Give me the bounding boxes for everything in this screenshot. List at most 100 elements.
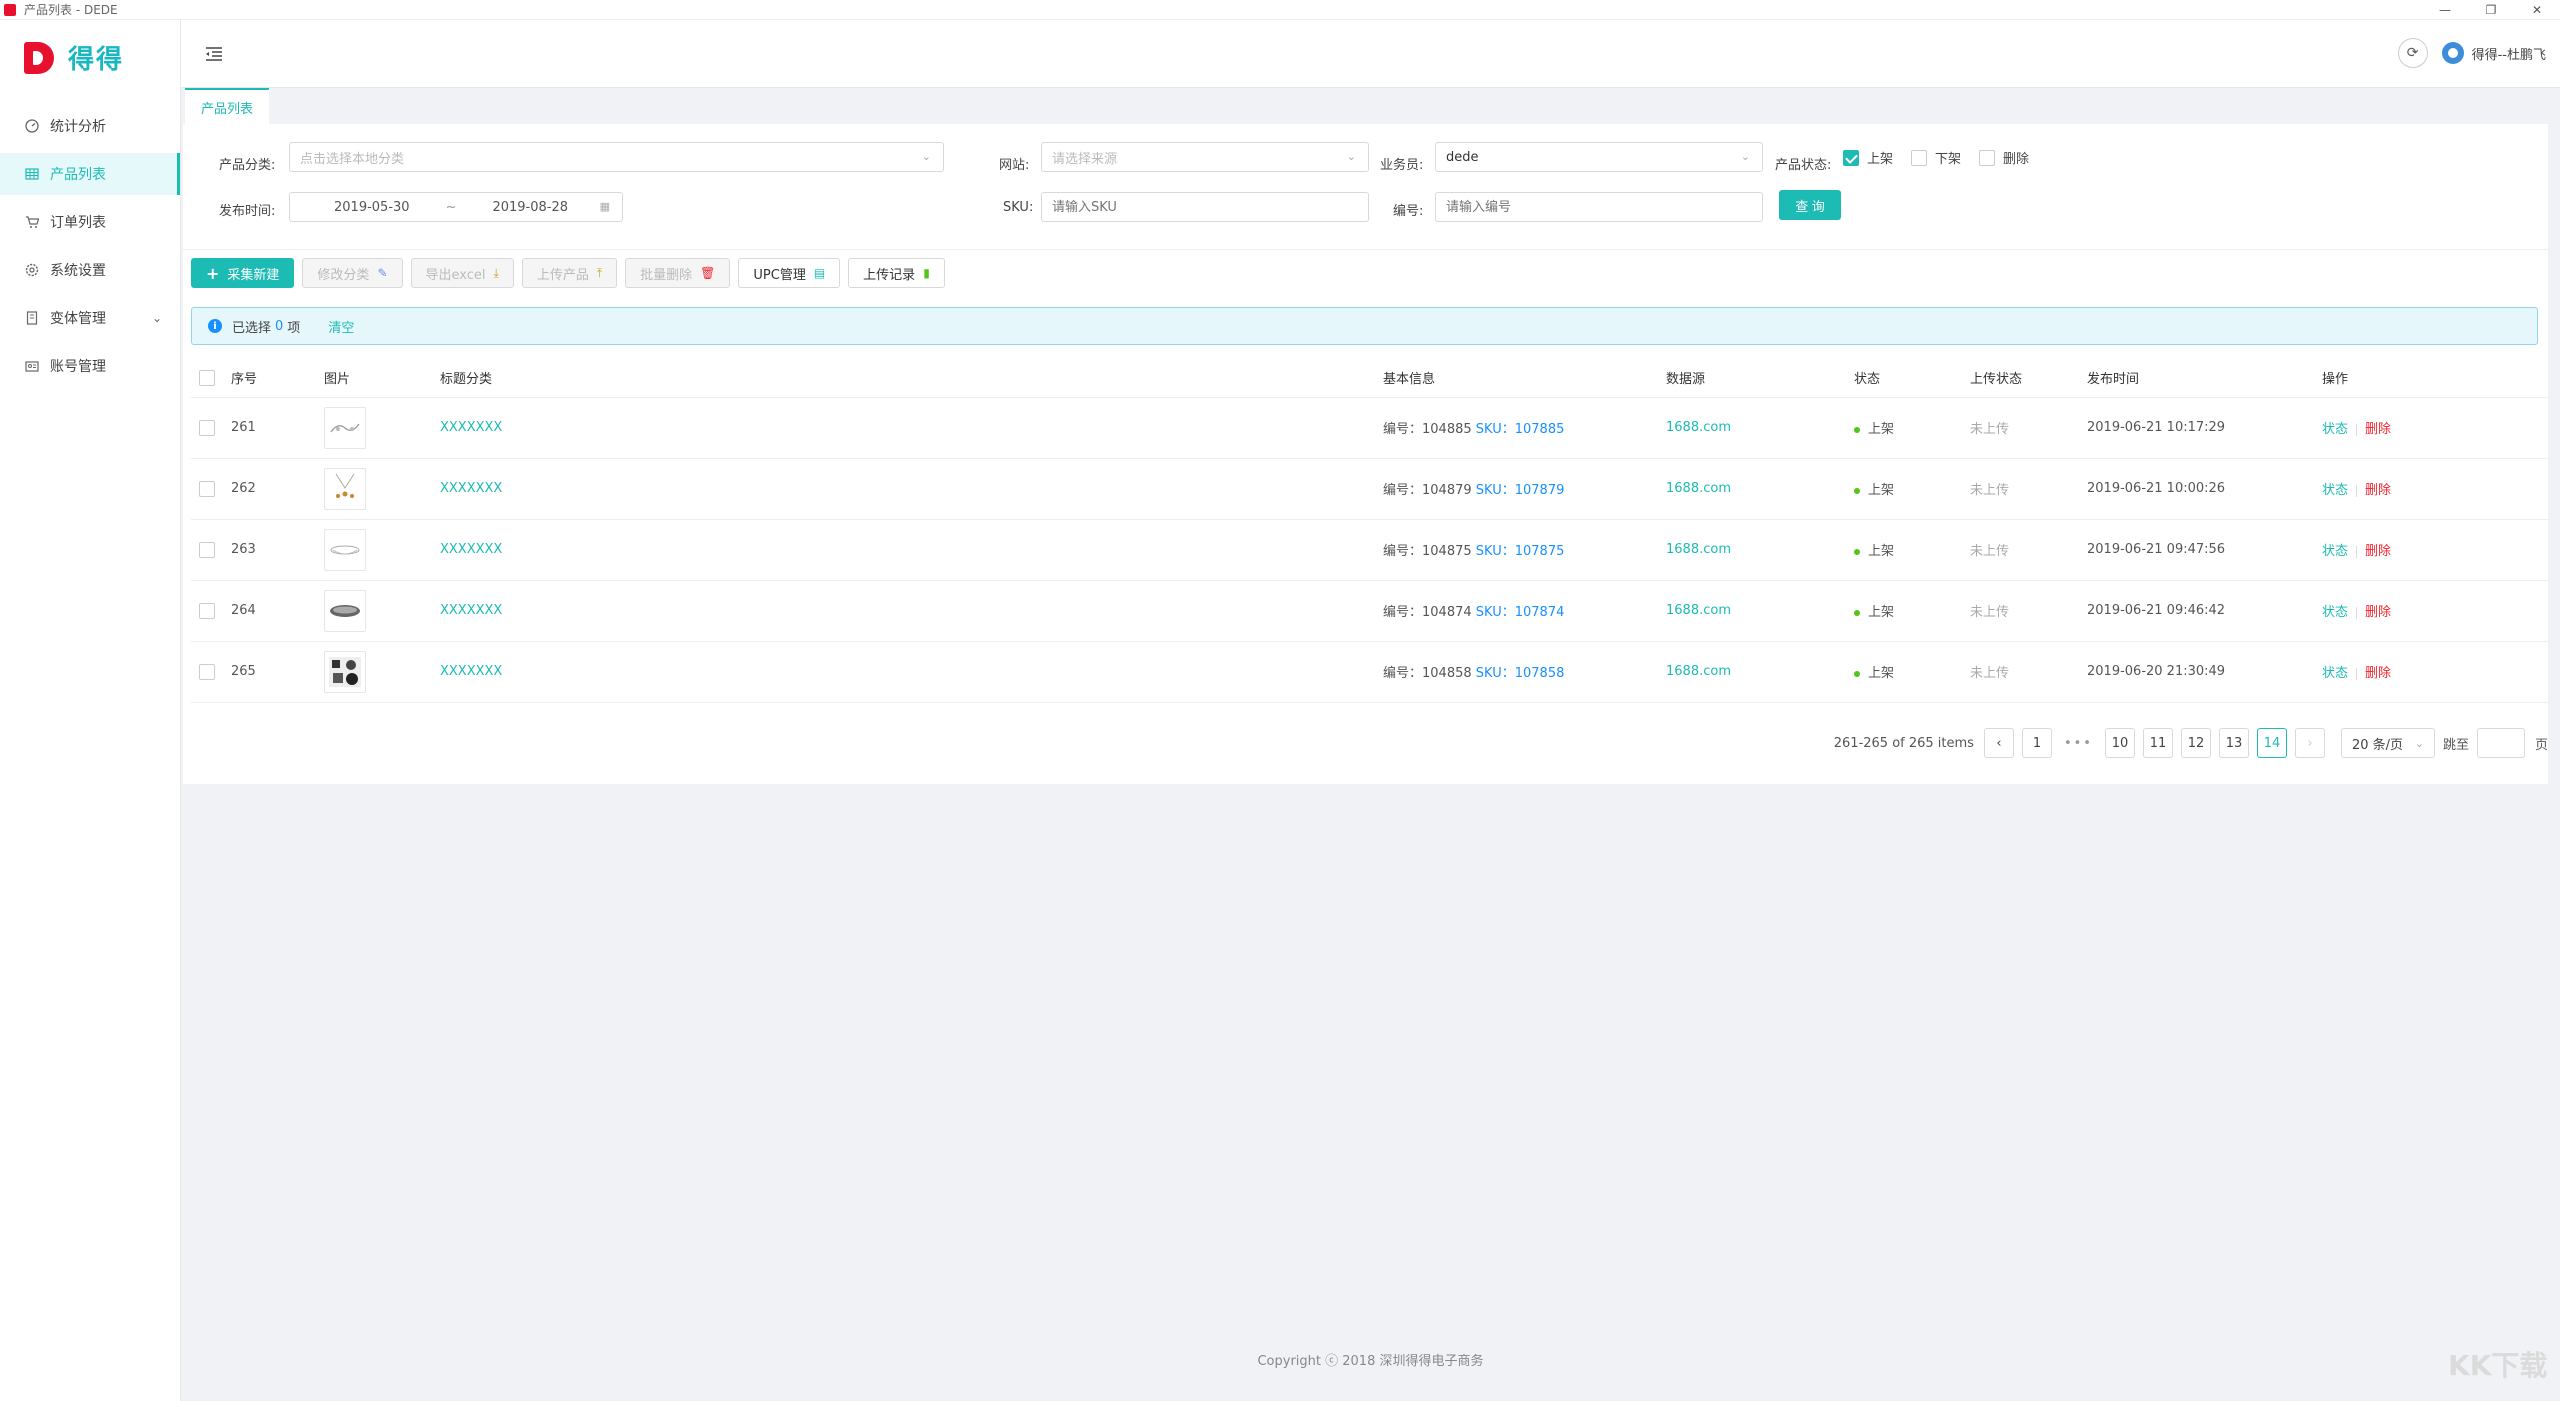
page-jump-input[interactable] [2476,728,2525,758]
page-ellipsis[interactable]: ••• [2059,728,2097,758]
page-12[interactable]: 12 [2180,728,2211,758]
upload-log-button[interactable]: 上传记录 ▮ [848,258,945,288]
salesman-select[interactable]: dede ⌄ [1435,142,1763,172]
date-range-picker[interactable]: 2019-05-30 ~ 2019-08-28 ▦ [289,192,623,222]
query-button[interactable]: 查 询 [1779,190,1841,220]
row-no: 262 [231,458,324,520]
sidebar-item-products[interactable]: 产品列表 [0,153,180,195]
checkbox-checked[interactable] [1843,149,1859,166]
chevron-down-icon[interactable]: ⌄ [152,311,162,325]
row-actions: 状态 删除 [2322,458,2548,520]
page-size-select[interactable]: 20 条/页 ⌄ [2340,728,2435,758]
source-link[interactable]: 1688.com [1666,664,1731,679]
product-title-link[interactable]: XXXXXXX [440,603,502,618]
batch-delete-button[interactable]: 批量删除 🗑 [625,258,731,288]
edit-category-button[interactable]: 修改分类 ✎ [302,258,403,288]
source-link[interactable]: 1688.com [1666,603,1731,618]
next-page-button[interactable]: › [2294,728,2325,758]
upc-manage-button[interactable]: UPC管理 ▤ [738,258,841,288]
col-no: 序号 [231,359,324,398]
menu-fold-icon[interactable] [203,43,225,65]
row-basic-info: 编号：104874 SKU：107874 [1383,580,1666,642]
date-label: 发布时间: [219,204,276,219]
product-code: 编号：104858 [1383,666,1472,681]
page-10[interactable]: 10 [2104,728,2135,758]
delete-action-link[interactable]: 删除 [2365,605,2391,620]
status-action-link[interactable]: 状态 [2322,483,2348,498]
sku-value: 107885 [1514,422,1565,437]
sidebar-item-settings[interactable]: 系统设置 [0,249,180,291]
export-excel-button[interactable]: 导出excel ⤓ [410,258,514,288]
delete-action-link[interactable]: 删除 [2365,544,2391,559]
row-source-cell: 1688.com [1666,458,1854,520]
user-name[interactable]: 得得--杜鹏飞 [2472,44,2546,63]
status-action-link[interactable]: 状态 [2322,605,2348,620]
site-select[interactable]: 请选择来源 ⌄ [1041,142,1369,172]
row-checkbox[interactable] [199,663,215,680]
product-title-link[interactable]: XXXXXXX [440,420,502,435]
category-select[interactable]: 点击选择本地分类 ⌄ [289,142,944,172]
checkbox[interactable] [1911,149,1927,166]
product-thumbnail[interactable] [324,467,366,510]
delete-action-link[interactable]: 删除 [2365,483,2391,498]
cart-icon [24,214,40,230]
site-placeholder: 请选择来源 [1052,151,1118,167]
row-select-cell [191,580,231,642]
product-thumbnail[interactable] [324,589,366,632]
source-link[interactable]: 1688.com [1666,481,1731,496]
calendar-icon: ▦ [599,200,610,213]
sidebar-item-variants[interactable]: 变体管理 ⌄ [0,297,180,339]
row-checkbox[interactable] [199,419,215,436]
maximize-button[interactable]: ❐ [2468,0,2514,20]
page-11[interactable]: 11 [2142,728,2173,758]
checkbox[interactable] [1979,149,1995,166]
page-14-current[interactable]: 14 [2256,728,2287,758]
source-link[interactable]: 1688.com [1666,420,1731,435]
row-actions: 状态 删除 [2322,580,2548,642]
sidebar-item-accounts[interactable]: 账号管理 [0,345,180,387]
row-basic-info: 编号：104885 SKU：107885 [1383,397,1666,459]
dashboard-icon [24,118,40,134]
avatar[interactable] [2441,42,2464,64]
status-option-off-shelf[interactable]: 下架 [1911,148,1961,167]
product-title-link[interactable]: XXXXXXX [440,481,502,496]
close-button[interactable]: ✕ [2514,0,2560,20]
row-basic-info: 编号：104879 SKU：107879 [1383,458,1666,520]
status-action-link[interactable]: 状态 [2322,544,2348,559]
sku-input[interactable] [1041,192,1369,222]
sku-value: 107858 [1514,666,1565,681]
delete-action-link[interactable]: 删除 [2365,666,2391,681]
refresh-icon[interactable]: ⟳ [2397,38,2428,68]
status-option-deleted[interactable]: 删除 [1979,148,2029,167]
product-thumbnail[interactable] [324,528,366,571]
row-checkbox[interactable] [199,480,215,497]
tab-product-list[interactable]: 产品列表 [185,88,270,124]
product-title-link[interactable]: XXXXXXX [440,542,502,557]
delete-action-link[interactable]: 删除 [2365,422,2391,437]
row-checkbox[interactable] [199,541,215,558]
prev-page-button[interactable]: ‹ [1983,728,2014,758]
logo[interactable]: 得得 [0,20,180,95]
sidebar-item-statistics[interactable]: 统计分析 [0,105,180,147]
product-thumbnail[interactable] [324,406,366,449]
minimize-button[interactable]: — [2422,0,2468,20]
sidebar-item-orders[interactable]: 订单列表 [0,201,180,243]
page-13[interactable]: 13 [2218,728,2249,758]
product-thumbnail[interactable] [324,650,366,693]
product-title-link[interactable]: XXXXXXX [440,664,502,679]
upload-products-button[interactable]: 上传产品 ⤒ [521,258,618,288]
date-separator: ~ [445,199,457,215]
page-1[interactable]: 1 [2021,728,2052,758]
row-upload-status: 未上传 [1970,580,2087,642]
clear-selection-link[interactable]: 清空 [328,317,354,336]
code-input[interactable] [1435,192,1763,222]
row-checkbox[interactable] [199,602,215,619]
toolbar: + 采集新建 修改分类 ✎ 导出excel ⤓ 上传产品 ⤒ 批量删除 🗑 UP… [191,258,953,288]
select-all-checkbox[interactable] [199,369,215,386]
status-action-link[interactable]: 状态 [2322,666,2348,681]
status-option-on-shelf[interactable]: 上架 [1843,148,1893,167]
row-title-cell: XXXXXXX [440,397,1383,459]
source-link[interactable]: 1688.com [1666,542,1731,557]
status-action-link[interactable]: 状态 [2322,422,2348,437]
new-collect-button[interactable]: + 采集新建 [191,258,295,288]
